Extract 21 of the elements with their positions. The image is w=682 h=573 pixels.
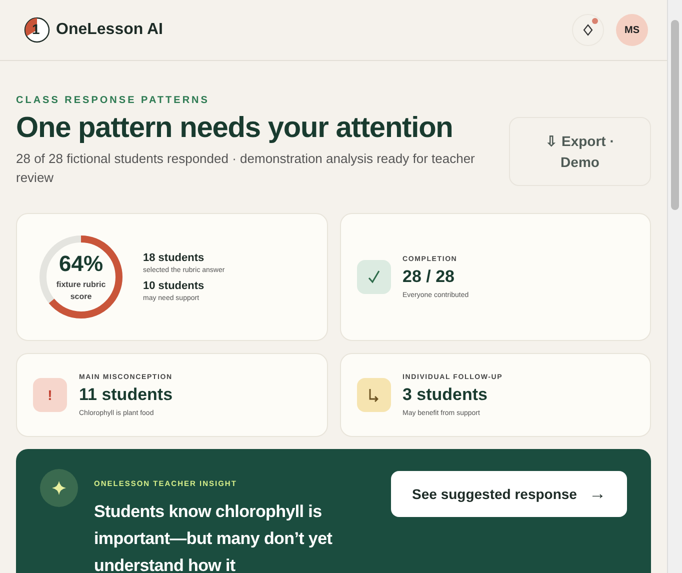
sparkle-icon [40,469,78,507]
stat-count: 18 students [143,252,206,264]
metric-value: 28 / 28 [402,266,456,286]
suggested-response-button[interactable]: See suggested response → [391,471,627,517]
metric-value: 3 students [402,384,489,404]
page-subtitle: 28 of 28 fictional students responded · demonstration analysis ready for teacher review [16,150,476,187]
insight-text: Students know chlorophyll is important—but many don’t yet understand how it [94,501,334,573]
notification-button[interactable] [572,14,604,46]
metric-value: 11 students [79,384,173,404]
stat-count: 10 students [143,280,206,292]
section-label: CLASS RESPONSE PATTERNS [16,95,210,106]
check-icon [356,260,390,294]
score-caption: fixture rubric score [55,279,107,303]
page-title: One pattern needs your attention [16,112,454,145]
brand-name: OneLesson AI [56,21,163,39]
alert-icon: ! [33,378,67,412]
scrollbar[interactable] [667,0,682,573]
diamond-icon [583,24,593,36]
export-button[interactable]: ⇩ Export · Demo [509,117,651,186]
score-value: 64% [58,251,104,277]
user-avatar[interactable]: MS [616,14,648,46]
